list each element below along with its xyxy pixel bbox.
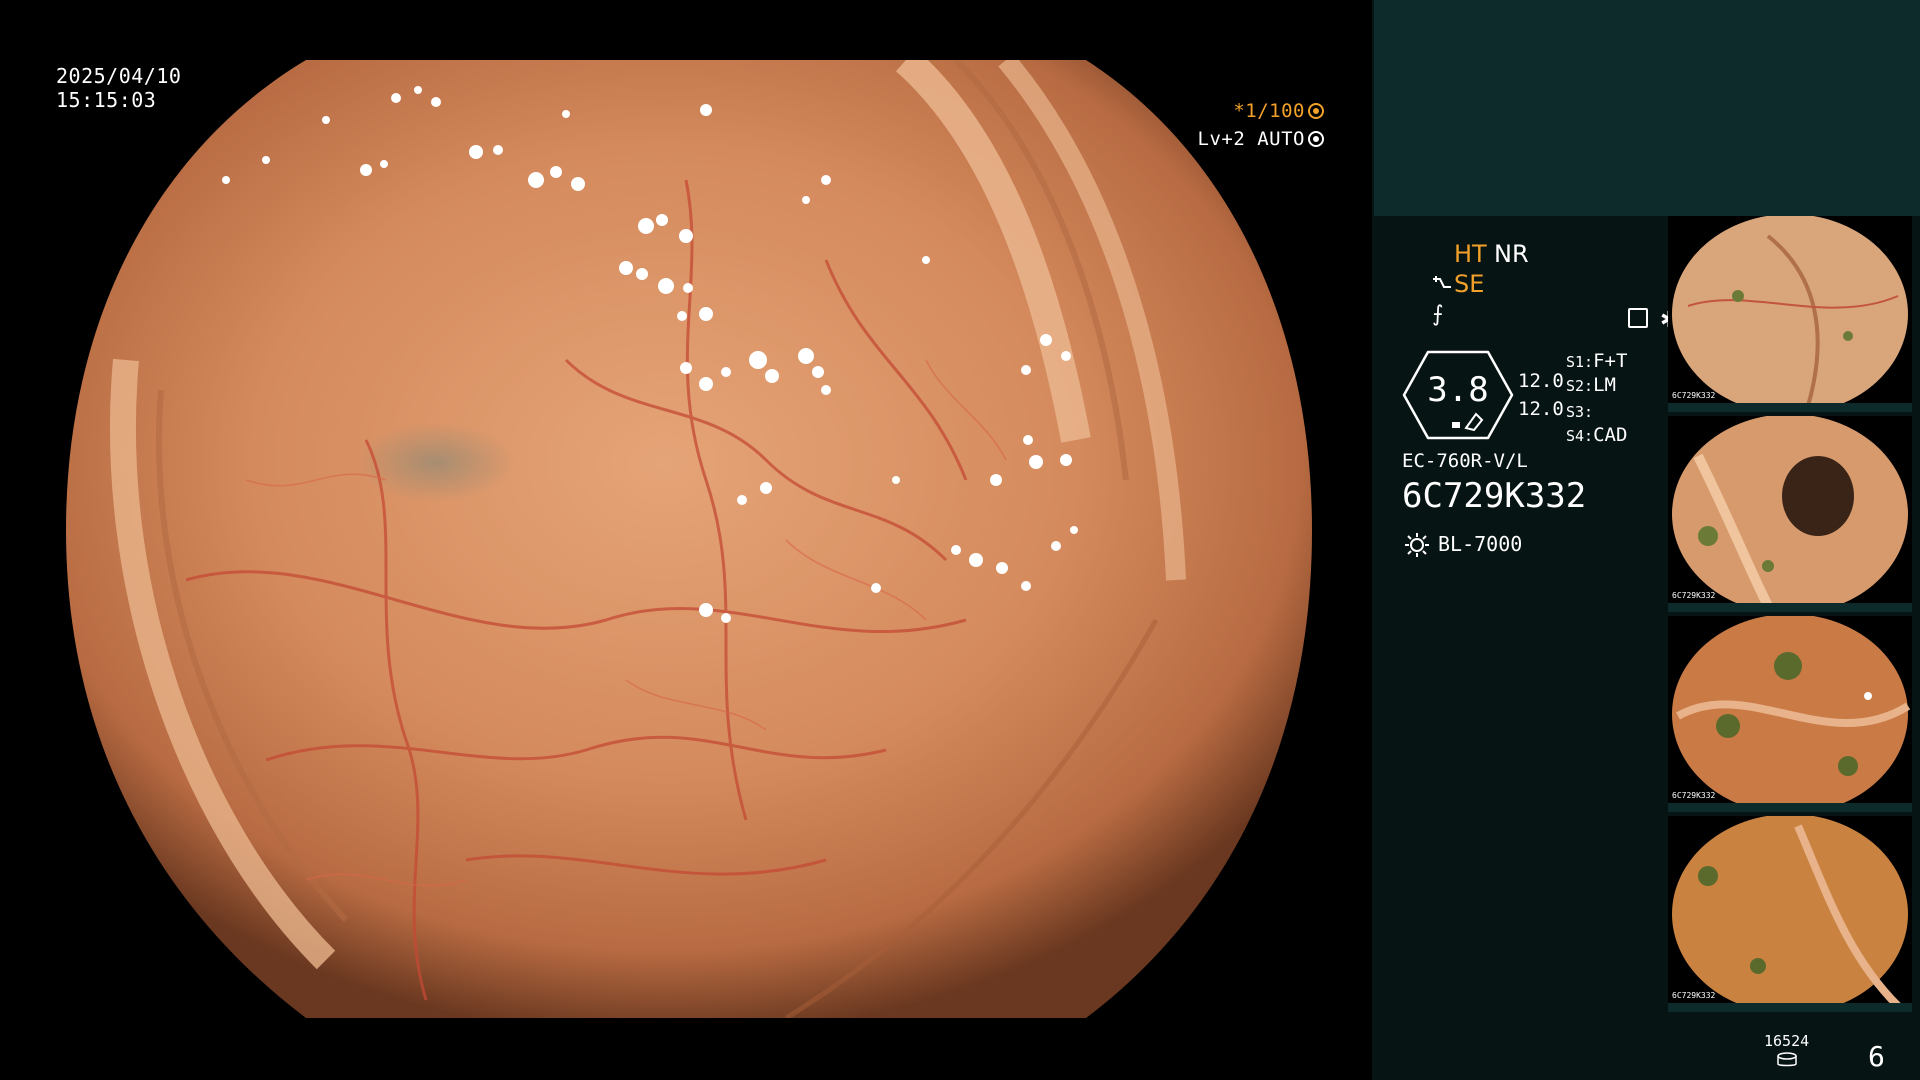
endoscope-main-view: 2025/04/10 15:15:03 *1/100 Lv+2 AUTO <box>0 0 1372 1080</box>
time-text: 15:15:03 <box>56 88 157 112</box>
thumbnail-image <box>1672 616 1911 812</box>
thumbnail-1[interactable]: 6C729K332 <box>1668 216 1912 412</box>
status-panel: HT NR SE ⨍ ✱ 3.8 12.0 12.0 S1:F+T S2:LM … <box>1372 0 1920 1080</box>
gauge-reading-2: 12.0 <box>1518 398 1564 420</box>
scope-switch-s2: S2:LM <box>1566 374 1616 396</box>
page-number: 6 <box>1868 1040 1885 1073</box>
shutter-speed: *1/100 <box>1233 100 1324 122</box>
thumbnail-footer <box>1668 1003 1912 1012</box>
thumbnail-4[interactable]: 6C729K332 <box>1668 816 1912 1012</box>
thumbnail-label: 6C729K332 <box>1672 391 1716 400</box>
endoscopic-image <box>66 60 1312 1018</box>
freeze-icon: ⨍ <box>1432 302 1444 327</box>
thumbnail-image <box>1672 216 1908 412</box>
auto-icon <box>1308 131 1324 147</box>
storage-icon <box>1777 1052 1797 1067</box>
s3-key: S3: <box>1566 403 1594 421</box>
scope-serial: 6C729K332 <box>1402 476 1587 516</box>
panel-header-area <box>1374 0 1920 216</box>
thumbnail-image <box>1672 816 1908 1012</box>
storage-count: 16524 <box>1764 1032 1810 1050</box>
light-source-label: BL-7000 <box>1438 532 1523 556</box>
thumbnail-2[interactable]: 6C729K332 <box>1668 416 1912 612</box>
gauge-value: 3.8 <box>1427 370 1489 410</box>
scope-model: EC-760R-V/L <box>1402 450 1528 472</box>
s2-value: LM <box>1593 374 1616 396</box>
datetime-display: 2025/04/10 15:15:03 <box>56 64 181 112</box>
s1-key: S1: <box>1566 353 1594 371</box>
thumbnail-label: 6C729K332 <box>1672 591 1716 600</box>
ht-indicator: HT <box>1454 240 1487 268</box>
scope-switch-s1: S1:F+T <box>1566 350 1627 372</box>
thumbnail-label: 6C729K332 <box>1672 791 1716 800</box>
thumbnail-footer <box>1668 803 1912 812</box>
thumbnail-strip: 6C729K332 6C729K332 6C729K332 6C729K332 <box>1668 216 1912 1016</box>
thumbnail-image <box>1672 416 1908 612</box>
level-auto-text: Lv+2 AUTO <box>1197 128 1305 150</box>
date-text: 2025/04/10 <box>56 64 182 88</box>
structure-enhance-icon <box>1433 276 1451 288</box>
scope-switch-s4: S4:CAD <box>1566 424 1627 446</box>
menu-icon <box>1628 308 1648 328</box>
gauge-reading-1: 12.0 <box>1518 370 1564 392</box>
shutter-icon <box>1308 103 1324 119</box>
nr-indicator: NR <box>1494 240 1529 268</box>
thumbnail-footer <box>1668 603 1912 612</box>
scope-switch-s3: S3: <box>1566 400 1593 422</box>
s2-key: S2: <box>1566 377 1594 395</box>
thumbnail-3[interactable]: 6C729K332 <box>1668 616 1912 812</box>
s4-value: CAD <box>1593 424 1628 446</box>
s4-key: S4: <box>1566 427 1594 445</box>
level-auto-display: Lv+2 AUTO <box>1198 128 1324 150</box>
thumbnail-footer <box>1668 403 1912 412</box>
light-source-icon <box>1405 533 1429 557</box>
shutter-text: *1/100 <box>1233 100 1305 122</box>
se-indicator: SE <box>1454 270 1485 298</box>
thumbnail-label: 6C729K332 <box>1672 991 1716 1000</box>
s1-value: F+T <box>1593 350 1628 372</box>
